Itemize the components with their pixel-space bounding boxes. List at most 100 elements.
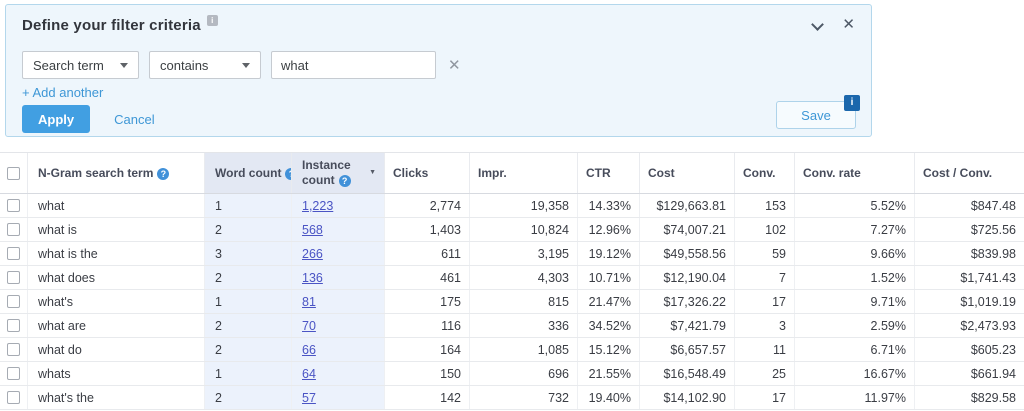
cell-word-count: 1 — [205, 194, 292, 217]
table-body: what11,2232,77419,35814.33%$129,663.8115… — [0, 194, 1024, 410]
column-header-cost[interactable]: Cost — [640, 153, 735, 193]
row-select-cell — [0, 338, 28, 361]
filter-field-value: Search term — [33, 58, 104, 73]
cell-conv: 3 — [735, 314, 795, 337]
column-header-word-count[interactable]: Word count? — [205, 153, 292, 193]
row-checkbox[interactable] — [7, 223, 20, 236]
cell-impr: 1,085 — [470, 338, 578, 361]
cell-cost: $7,421.79 — [640, 314, 735, 337]
cell-cost: $6,657.57 — [640, 338, 735, 361]
cell-clicks: 150 — [385, 362, 470, 385]
column-header-label: CTR — [586, 166, 631, 180]
row-checkbox[interactable] — [7, 343, 20, 356]
cell-word-count: 2 — [205, 386, 292, 409]
instance-count-link[interactable]: 70 — [302, 319, 316, 333]
ngram-table: N-Gram search term?Word count?Instance c… — [0, 152, 1024, 410]
cell-cost: $17,326.22 — [640, 290, 735, 313]
instance-count-link[interactable]: 568 — [302, 223, 323, 237]
row-checkbox[interactable] — [7, 271, 20, 284]
column-header-text: Clicks — [393, 166, 428, 180]
column-header-label: Instance count? — [302, 158, 365, 188]
instance-count-link[interactable]: 136 — [302, 271, 323, 285]
filter-value-input[interactable] — [271, 51, 436, 79]
table-row: what do2661641,08515.12%$6,657.57116.71%… — [0, 338, 1024, 362]
row-checkbox[interactable] — [7, 247, 20, 260]
row-checkbox[interactable] — [7, 391, 20, 404]
cell-cost: $74,007.21 — [640, 218, 735, 241]
column-header-ctr[interactable]: CTR — [578, 153, 640, 193]
cell-impr: 732 — [470, 386, 578, 409]
row-select-cell — [0, 266, 28, 289]
cancel-button[interactable]: Cancel — [114, 112, 154, 127]
cell-conv-rate: 9.66% — [795, 242, 915, 265]
close-icon[interactable]: ✕ — [842, 19, 855, 31]
column-header-label: N-Gram search term? — [38, 166, 196, 180]
cell-instance-count: 1,223 — [292, 194, 385, 217]
title-info-icon: i — [207, 15, 218, 26]
column-header-impr[interactable]: Impr. — [470, 153, 578, 193]
apply-button[interactable]: Apply — [22, 105, 90, 133]
cell-impr: 815 — [470, 290, 578, 313]
filter-operator-select[interactable]: contains — [149, 51, 261, 79]
column-header-cost-conv[interactable]: Cost / Conv. — [915, 153, 1024, 193]
filter-operator-value: contains — [160, 58, 208, 73]
clear-filter-icon[interactable]: ✕ — [448, 56, 461, 74]
cell-instance-count: 266 — [292, 242, 385, 265]
cell-conv: 17 — [735, 386, 795, 409]
instance-count-link[interactable]: 81 — [302, 295, 316, 309]
table-row: what11,2232,77419,35814.33%$129,663.8115… — [0, 194, 1024, 218]
cell-clicks: 461 — [385, 266, 470, 289]
column-header-clicks[interactable]: Clicks — [385, 153, 470, 193]
row-checkbox[interactable] — [7, 319, 20, 332]
sort-desc-icon[interactable]: ▼ — [369, 169, 376, 178]
instance-count-link[interactable]: 66 — [302, 343, 316, 357]
select-all-checkbox[interactable] — [7, 167, 20, 180]
row-checkbox[interactable] — [7, 199, 20, 212]
cell-word-count: 1 — [205, 362, 292, 385]
column-header-instance-count[interactable]: Instance count? ▼ — [292, 153, 385, 193]
cell-term: whats — [28, 362, 205, 385]
cell-instance-count: 70 — [292, 314, 385, 337]
cell-ctr: 21.55% — [578, 362, 640, 385]
filter-field-select[interactable]: Search term — [22, 51, 139, 79]
cell-cost: $129,663.81 — [640, 194, 735, 217]
cell-word-count: 2 — [205, 338, 292, 361]
cell-word-count: 1 — [205, 290, 292, 313]
help-icon[interactable]: ? — [157, 168, 169, 180]
cell-conv-rate: 6.71% — [795, 338, 915, 361]
cell-ctr: 19.12% — [578, 242, 640, 265]
cell-cost-per-conv: $1,741.43 — [915, 266, 1024, 289]
row-checkbox[interactable] — [7, 367, 20, 380]
cell-cost: $14,102.90 — [640, 386, 735, 409]
instance-count-link[interactable]: 266 — [302, 247, 323, 261]
column-header-conv[interactable]: Conv. — [735, 153, 795, 193]
cell-cost-per-conv: $847.48 — [915, 194, 1024, 217]
help-icon[interactable]: ? — [339, 175, 351, 187]
column-header-n-gram-search-term[interactable]: N-Gram search term? — [28, 153, 205, 193]
instance-count-link[interactable]: 1,223 — [302, 199, 333, 213]
row-select-cell — [0, 314, 28, 337]
cell-conv-rate: 7.27% — [795, 218, 915, 241]
chevron-down-icon — [242, 63, 250, 68]
column-header-text: Impr. — [478, 166, 507, 180]
cell-impr: 4,303 — [470, 266, 578, 289]
cell-term: what is — [28, 218, 205, 241]
add-another-link[interactable]: + Add another — [22, 85, 103, 100]
cell-term: what — [28, 194, 205, 217]
cell-cost-per-conv: $605.23 — [915, 338, 1024, 361]
cell-word-count: 2 — [205, 218, 292, 241]
cell-term: what's — [28, 290, 205, 313]
instance-count-link[interactable]: 57 — [302, 391, 316, 405]
table-row: what is25681,40310,82412.96%$74,007.2110… — [0, 218, 1024, 242]
cell-impr: 336 — [470, 314, 578, 337]
cell-ctr: 21.47% — [578, 290, 640, 313]
column-header-conv-rate[interactable]: Conv. rate — [795, 153, 915, 193]
cell-cost-per-conv: $725.56 — [915, 218, 1024, 241]
column-header-label: Impr. — [478, 166, 569, 180]
collapse-chevron-icon[interactable] — [812, 20, 822, 30]
row-select-cell — [0, 194, 28, 217]
row-checkbox[interactable] — [7, 295, 20, 308]
instance-count-link[interactable]: 64 — [302, 367, 316, 381]
column-header-text: Conv. rate — [803, 166, 861, 180]
cell-conv-rate: 16.67% — [795, 362, 915, 385]
